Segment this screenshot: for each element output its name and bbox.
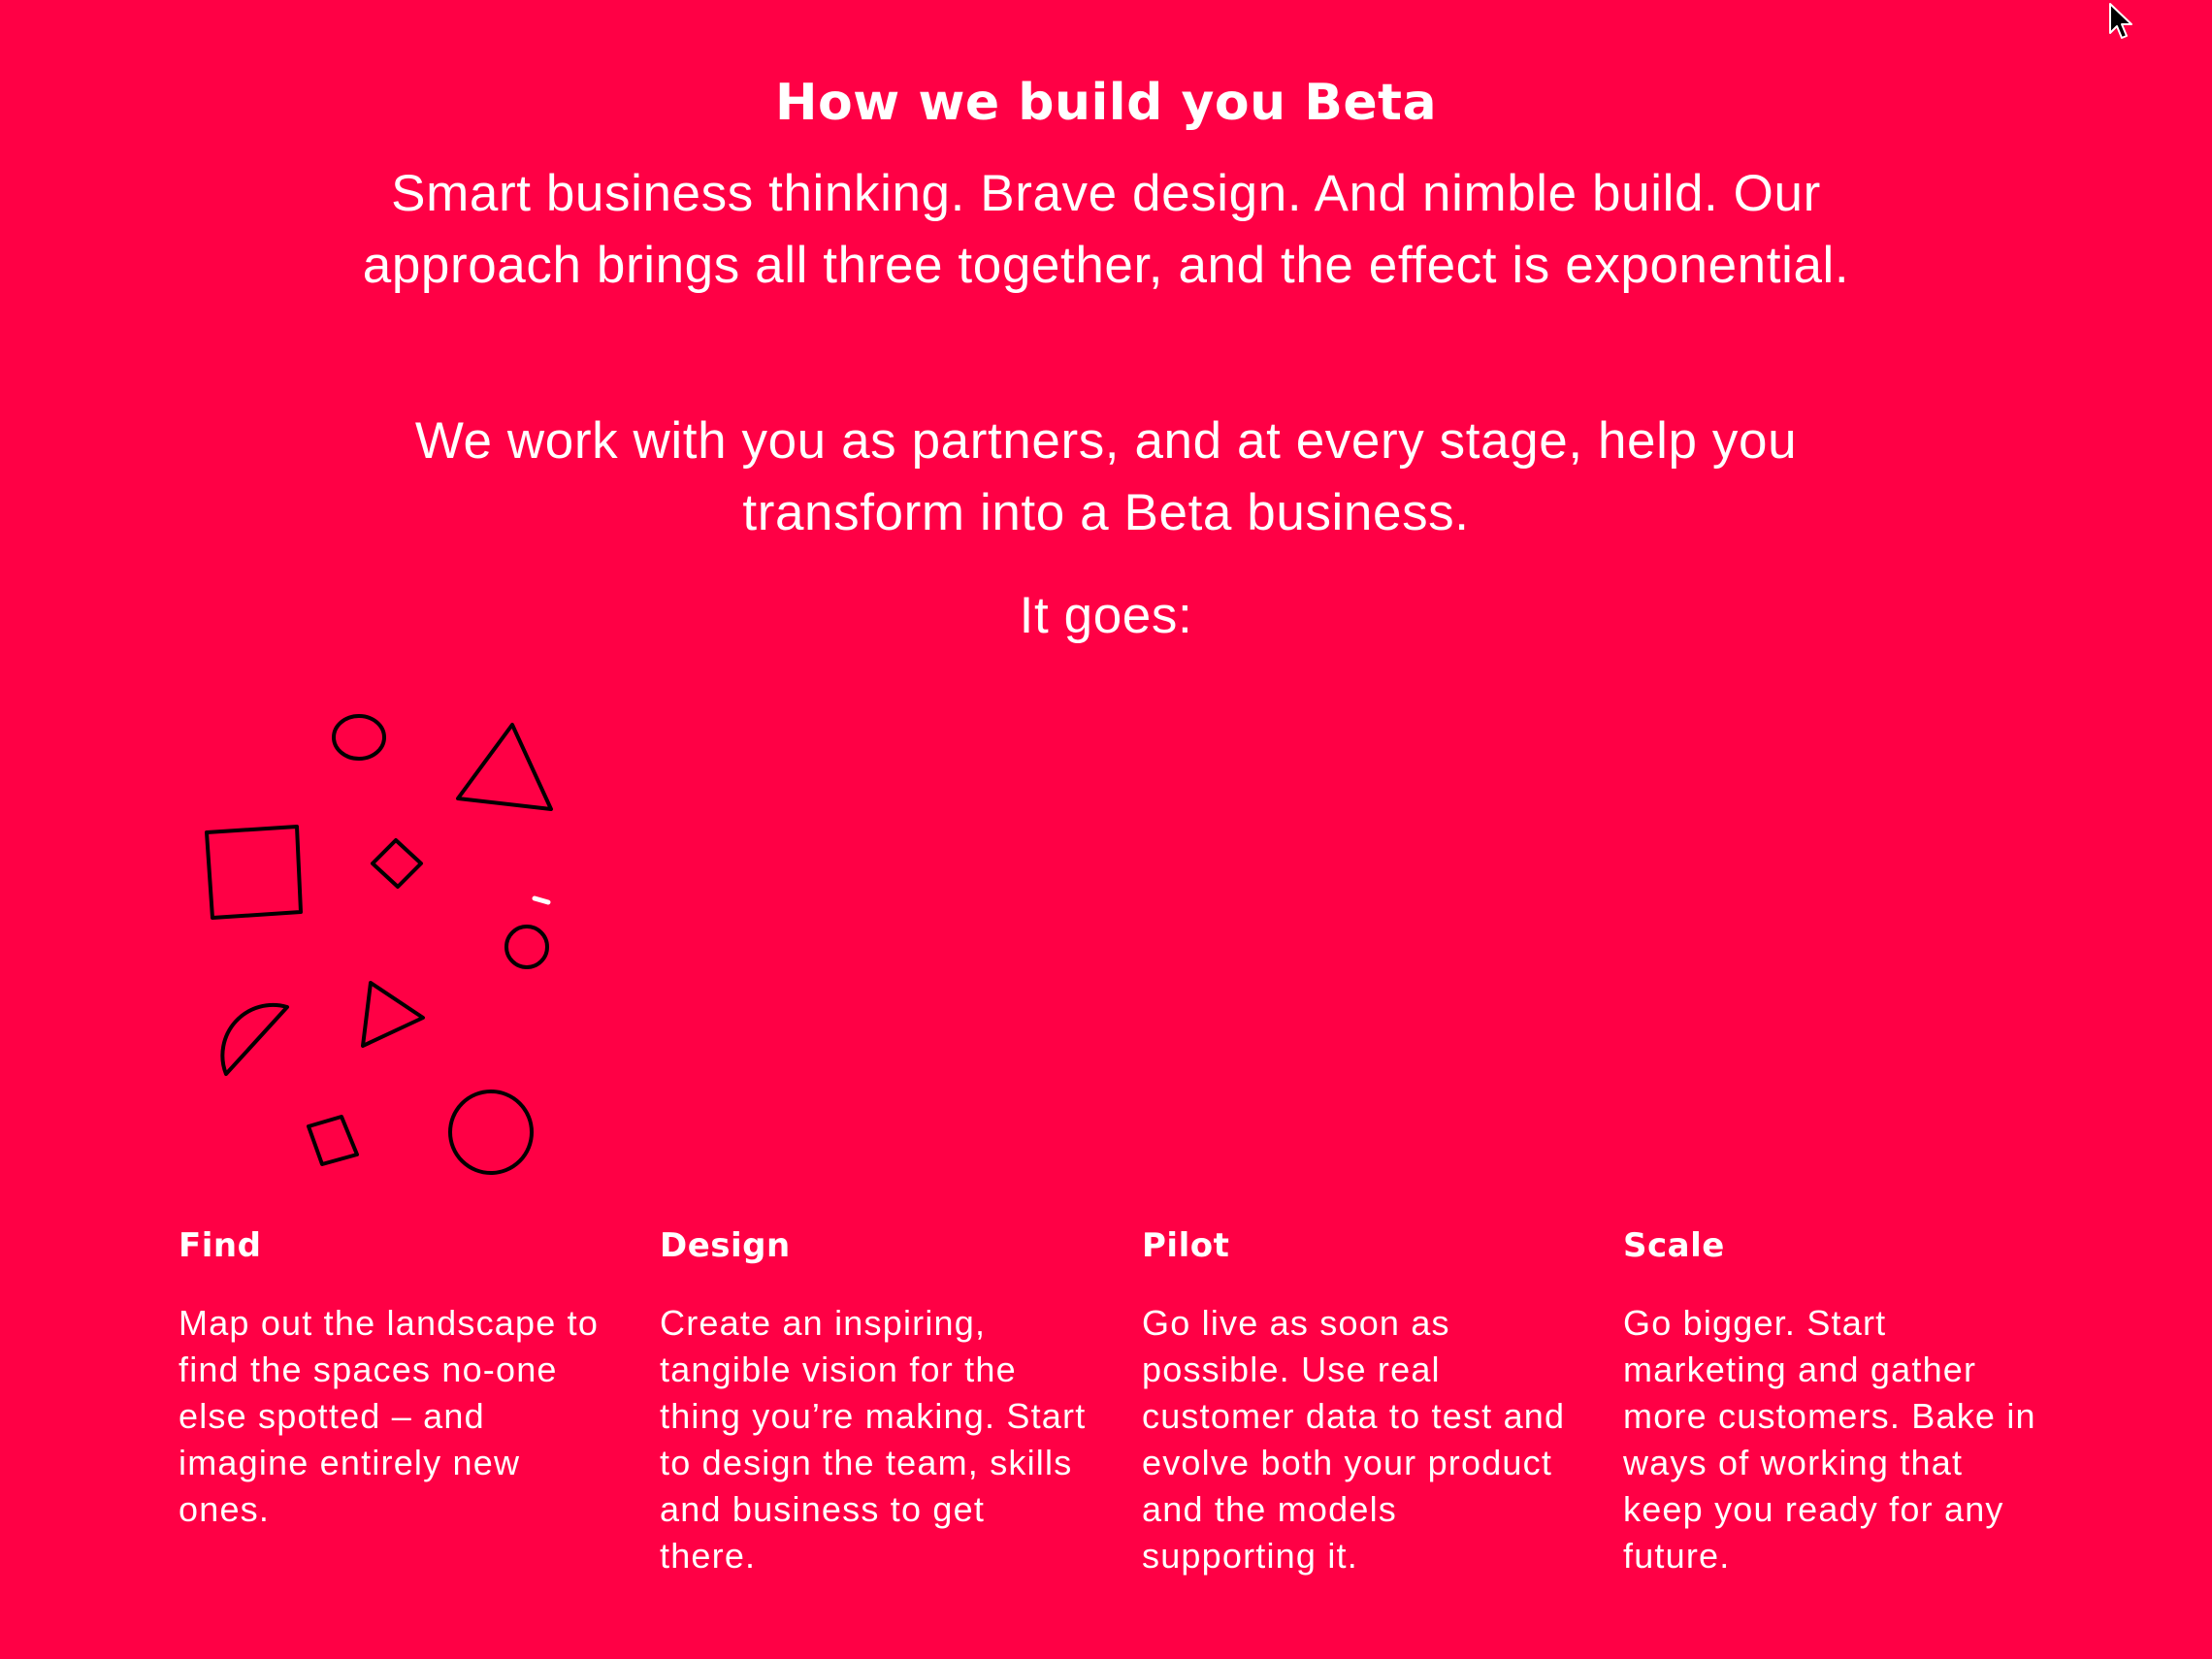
step-scale: Scale Go bigger. Start marketing and gat… [1623, 1224, 2050, 1579]
step-title: Design [660, 1226, 791, 1265]
step-title: Scale [1623, 1226, 1725, 1265]
step-title: Pilot [1142, 1226, 1230, 1265]
step-description: Map out the landscape to find the spaces… [179, 1303, 600, 1529]
step-description: Create an inspiring, tangible vision for… [660, 1303, 1087, 1576]
section-title: How we build you Beta [774, 74, 1438, 132]
circle-shape [332, 714, 386, 761]
half-circle-shape [220, 1002, 289, 1076]
step-pilot: Pilot Go live as soon as possible. Use r… [1142, 1224, 1569, 1579]
intro-paragraph-1: Smart business thinking. Brave design. A… [362, 165, 1850, 294]
step-design: Design Create an inspiring, tangible vis… [660, 1224, 1087, 1579]
intro-paragraph-3: It goes: [1019, 587, 1193, 644]
diamond-shape [371, 838, 423, 889]
intro-paragraph-2: We work with you as partners, and at eve… [414, 412, 1798, 541]
step-description: Go live as soon as possible. Use real cu… [1142, 1303, 1566, 1576]
dash-mark [532, 895, 551, 905]
circle-shape [448, 1090, 534, 1175]
step-description: Go bigger. Start marketing and gather mo… [1623, 1303, 2036, 1576]
mouse-cursor-icon [2109, 3, 2132, 39]
triangle-shape [456, 723, 553, 811]
square-shape [205, 825, 303, 920]
step-title: Find [179, 1226, 262, 1265]
triangle-shape [361, 981, 425, 1048]
circle-shape [504, 925, 549, 969]
shapes-illustration [205, 714, 553, 1175]
step-find: Find Map out the landscape to find the s… [179, 1224, 605, 1533]
square-shape [307, 1115, 359, 1166]
